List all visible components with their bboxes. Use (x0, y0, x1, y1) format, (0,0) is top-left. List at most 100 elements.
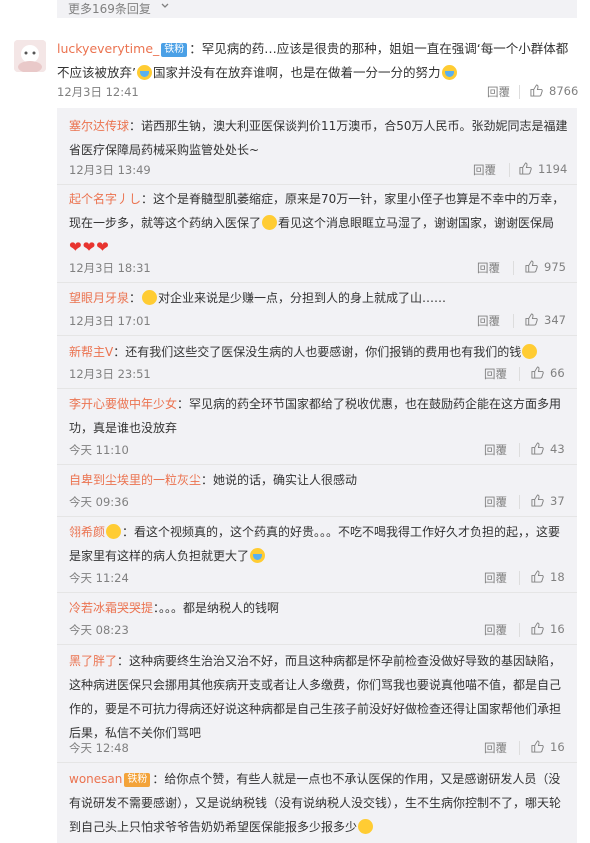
reply-button[interactable]: 回覆 (484, 740, 507, 756)
like-count: 975 (544, 260, 566, 274)
reply-text: ： (129, 291, 142, 305)
main-comment-time: 12月3日 12:41 (57, 85, 139, 99)
reply-time: 今天 11:10 (69, 443, 129, 457)
like-button[interactable]: 16 (531, 740, 565, 754)
list-item: 李开心要做中年少女：罕见病的药全环节国家都给了税收优惠，也在鼓励药企能在这方面多… (69, 392, 569, 440)
reply-username[interactable]: 塞尔达传球 (69, 119, 129, 133)
reply-text: ：还有我们这些交了医保没生病的人也要感谢，你们报销的费用也有我们的钱 (113, 345, 522, 359)
like-button[interactable]: 8766 (530, 84, 578, 98)
reply-username[interactable]: 冷若冰霜哭哭提 (69, 601, 153, 615)
like-count: 8766 (549, 84, 579, 98)
divider (57, 184, 577, 185)
reply-button[interactable]: 回覆 (484, 494, 507, 510)
reply-username[interactable]: 自卑到尘埃里的一粒灰尘 (69, 473, 201, 487)
reply-text-2: 看见这个消息眼眶立马湿了，谢谢国家，谢谢医保局 (278, 216, 555, 230)
main-comment-username[interactable]: luckyeverytime_ (57, 41, 159, 56)
divider (509, 163, 510, 177)
reply-text: ：诺西那生钠，澳大利亚医保谈判价11万澳币，合50万人民币。张劲妮同志是福建省医… (69, 119, 568, 157)
reply-button[interactable]: 回覆 (487, 84, 510, 100)
thumbs-up-icon (525, 313, 538, 326)
reply-button[interactable]: 回覆 (484, 570, 507, 586)
reply-time: 12月3日 23:51 (69, 367, 151, 381)
divider (57, 516, 577, 517)
thinking-emoji-icon (522, 344, 538, 359)
like-button[interactable]: 1194 (519, 162, 567, 176)
reply-text-2: 对企业来说是少赚一点，分担到人的身上就成了山…… (158, 291, 447, 305)
like-button[interactable]: 43 (531, 442, 565, 456)
reply-button[interactable]: 回覆 (484, 442, 507, 458)
like-count: 37 (550, 494, 565, 508)
divider (513, 314, 514, 328)
divider (57, 335, 577, 336)
reply-username[interactable]: 新帮主V (69, 345, 113, 359)
chevron-down-icon (161, 3, 169, 8)
thumbs-up-icon (531, 494, 544, 507)
divider (57, 282, 577, 283)
smile-emoji-icon (262, 215, 278, 230)
like-count: 16 (550, 740, 565, 754)
like-button[interactable]: 16 (531, 622, 565, 636)
thumbs-up-icon (531, 570, 544, 583)
reply-time: 今天 12:48 (69, 741, 129, 755)
like-count: 1194 (538, 162, 568, 176)
reply-username[interactable]: 翎希颜 (69, 525, 105, 539)
more-replies-link[interactable]: 更多169条回复 (68, 0, 151, 17)
thumbs-up-icon (530, 84, 543, 97)
avatar[interactable] (14, 40, 46, 72)
divider (513, 261, 514, 275)
reply-username[interactable]: wonesan (69, 772, 122, 786)
member-badge-icon (106, 524, 122, 539)
like-count: 43 (550, 442, 565, 456)
list-item: 黑了胖了：这种病要终生治治又治不好，而且这种病都是怀孕前检查没做好导致的基因缺陷… (69, 649, 569, 745)
reply-text: ：。。。都是纳税人的钱啊 (153, 601, 280, 615)
reply-username[interactable]: 望眼月牙泉 (69, 291, 129, 305)
reply-button[interactable]: 回覆 (477, 313, 500, 329)
reply-username[interactable]: 李开心要做中年少女 (69, 397, 177, 411)
like-button[interactable]: 975 (525, 260, 566, 274)
reply-time: 今天 11:24 (69, 571, 129, 585)
reply-button[interactable]: 回覆 (484, 366, 507, 382)
reply-time: 12月3日 18:31 (69, 261, 151, 275)
list-item: 冷若冰霜哭哭提：。。。都是纳税人的钱啊 (69, 596, 569, 620)
main-comment-text: luckyeverytime_ 铁粉 ：罕见病的药…应该是很贵的那种，姐姐一直在强调… (57, 37, 572, 85)
like-count: 16 (550, 622, 565, 636)
thumbs-up-icon (531, 442, 544, 455)
heart-icon: ❤ (96, 238, 109, 256)
reply-button[interactable]: 回覆 (473, 162, 496, 178)
reply-text: ：这种病要终生治治又治不好，而且这种病都是怀孕前检查没做好导致的基因缺陷，这种病… (69, 654, 562, 740)
reply-username[interactable]: 黑了胖了 (69, 654, 117, 668)
like-button[interactable]: 66 (531, 366, 565, 380)
reply-time: 12月3日 13:49 (69, 163, 151, 177)
cat-emoji-icon (358, 819, 374, 834)
reply-time: 今天 09:36 (69, 495, 129, 509)
main-comment-body-2: 国家并没有在放弃谁啊，也是在做着一分一分的努力 (152, 65, 441, 80)
like-button[interactable]: 37 (531, 494, 565, 508)
divider (57, 464, 577, 465)
like-count: 18 (550, 570, 565, 584)
heart-icon: ❤ (69, 238, 82, 256)
reply-text: ：她说的话，确实让人很感动 (201, 473, 358, 487)
reply-button[interactable]: 回覆 (484, 622, 507, 638)
divider (57, 762, 577, 763)
divider (57, 592, 577, 593)
like-button[interactable]: 18 (531, 570, 565, 584)
reply-button[interactable]: 回覆 (477, 260, 500, 276)
reply-username[interactable]: 起个名字丿し (69, 192, 141, 206)
reply-time: 今天 08:23 (69, 623, 129, 637)
crying-emoji-icon (136, 65, 152, 80)
list-item: 新帮主V：还有我们这些交了医保没生病的人也要感谢，你们报销的费用也有我们的钱 (69, 340, 569, 364)
thumbs-up-icon (531, 622, 544, 635)
divider (519, 443, 520, 457)
divider (519, 367, 520, 381)
thumbs-up-icon (531, 740, 544, 753)
fan-badge[interactable]: 铁粉 (161, 43, 188, 57)
list-item: 自卑到尘埃里的一粒灰尘：她说的话，确实让人很感动 (69, 468, 569, 492)
heart-icon: ❤ (82, 238, 96, 256)
divider (519, 571, 520, 585)
thumbs-up-icon (519, 162, 532, 175)
reply-list: 塞尔达传球：诺西那生钠，澳大利亚医保谈判价11万澳币，合50万人民币。张劲妮同志… (57, 108, 577, 843)
like-button[interactable]: 347 (525, 313, 566, 327)
divider (57, 644, 577, 645)
divider (519, 85, 520, 99)
fan-badge[interactable]: 铁粉 (124, 773, 151, 787)
